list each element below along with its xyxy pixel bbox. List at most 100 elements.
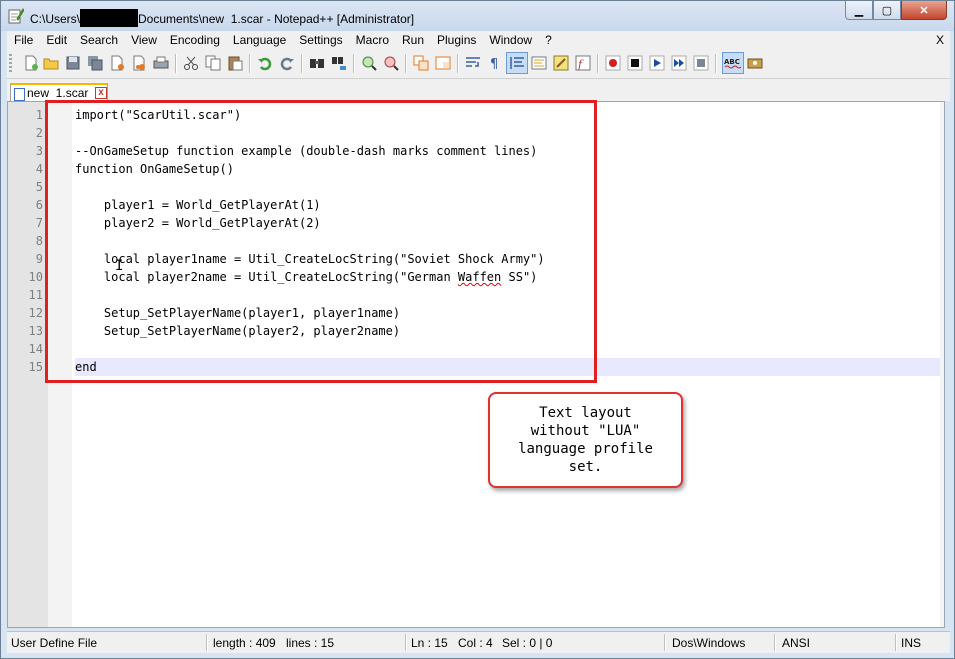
status-divider (664, 634, 666, 651)
run-macro-multiple-icon[interactable] (671, 55, 687, 71)
zoom-out-icon[interactable] (383, 55, 399, 71)
close-button[interactable]: ✕ (901, 1, 947, 20)
menu-macro[interactable]: Macro (349, 31, 395, 50)
toolbar-grip[interactable] (9, 54, 12, 74)
tab-label: new 1.scar (27, 86, 89, 100)
menu-encoding[interactable]: Encoding (163, 31, 226, 50)
tab-close-icon[interactable]: x (95, 87, 107, 99)
copy-icon[interactable] (205, 55, 221, 71)
notepadpp-app-icon[interactable] (8, 7, 24, 24)
replace-icon[interactable] (331, 55, 347, 71)
toolbar-separator (353, 54, 355, 73)
menu-plugins[interactable]: Plugins (430, 31, 482, 50)
menu-help[interactable]: ? (538, 31, 558, 50)
close-file-icon[interactable] (109, 55, 125, 71)
paste-icon[interactable] (227, 55, 243, 71)
spell-check-icon[interactable]: ABC (722, 52, 744, 74)
stop-record-icon[interactable] (627, 55, 643, 71)
menu-file[interactable]: File (7, 31, 39, 50)
find-icon[interactable] (309, 55, 325, 71)
line-number: 8 (35, 234, 43, 248)
undo-icon[interactable] (257, 55, 273, 71)
toolbar-separator (175, 54, 177, 73)
status-divider (206, 634, 208, 651)
menu-view[interactable]: View (124, 31, 163, 50)
doc-map-icon[interactable] (553, 55, 569, 71)
menu-edit[interactable]: Edit (39, 31, 73, 50)
redacted-username (80, 9, 139, 27)
menu-run[interactable]: Run (395, 31, 430, 50)
line-number: 13 (28, 324, 43, 338)
line-number: 4 (35, 162, 43, 176)
sync-horizontal-icon[interactable] (435, 55, 451, 71)
window-controls: ▁ ▢ ✕ (845, 1, 947, 21)
new-file-icon[interactable] (23, 55, 39, 71)
minimize-button[interactable]: ▁ (845, 1, 873, 20)
vertical-scrollbar[interactable] (940, 102, 944, 627)
play-macro-icon[interactable] (649, 55, 665, 71)
word-wrap-icon[interactable] (465, 55, 481, 71)
toolbar-separator (249, 54, 251, 73)
show-all-chars-icon[interactable]: ¶ (487, 55, 503, 71)
cut-icon[interactable] (183, 55, 199, 71)
menu-window[interactable]: Window (482, 31, 538, 50)
line-number: 9 (35, 252, 43, 266)
tab-new-1-scar[interactable]: new 1.scar x (10, 83, 108, 101)
save-macro-icon[interactable] (693, 55, 709, 71)
line-number: 7 (35, 216, 43, 230)
menu-bar: File Edit Search View Encoding Language … (7, 31, 950, 50)
redo-icon[interactable] (279, 55, 295, 71)
status-ln: Ln : 15 (411, 636, 448, 650)
menu-search[interactable]: Search (73, 31, 124, 50)
status-mode: INS (901, 636, 922, 650)
open-file-icon[interactable] (43, 55, 59, 71)
status-divider (405, 634, 407, 651)
status-divider (895, 634, 897, 651)
restore-button[interactable]: ▢ (873, 1, 901, 20)
save-icon[interactable] (65, 55, 81, 71)
user-defined-lang-icon[interactable] (531, 55, 547, 71)
line-number: 15 (28, 360, 43, 374)
line-number: 1 (35, 108, 43, 122)
status-language: User Define File (11, 636, 98, 650)
notepadpp-window: C:\Users\ Documents\new 1.scar - Notepad+… (0, 0, 955, 659)
status-divider (774, 634, 776, 651)
callout-text: Text layout without "LUA" language profi… (518, 405, 653, 475)
status-length: length : 409 (213, 636, 276, 650)
indent-guide-icon[interactable] (506, 52, 528, 74)
title-bar[interactable]: C:\Users\ Documents\new 1.scar - Notepad+… (1, 1, 954, 31)
status-lines: lines : 15 (286, 636, 335, 650)
toolbar-separator (715, 54, 717, 73)
save-all-icon[interactable] (87, 55, 103, 71)
status-sel: Sel : 0 | 0 (502, 636, 553, 650)
toolbar-separator (405, 54, 407, 73)
close-icon: ✕ (919, 4, 929, 17)
line-number: 3 (35, 144, 43, 158)
highlight-frame (45, 100, 597, 383)
line-number: 5 (35, 180, 43, 194)
line-number: 10 (28, 270, 43, 284)
record-macro-icon[interactable] (605, 55, 621, 71)
annotation-callout: Text layout without "LUA" language profi… (488, 392, 683, 488)
zoom-in-icon[interactable] (361, 55, 377, 71)
toolbar: ¶ f ABC (7, 50, 950, 79)
svg-text:¶: ¶ (490, 57, 498, 71)
toolbar-separator (301, 54, 303, 73)
settings-icon[interactable] (747, 55, 763, 71)
line-numbers: 1 2 3 4 5 6 7 8 9 10 11 12 13 14 15 (8, 106, 43, 376)
close-document-button[interactable]: X (936, 31, 944, 50)
function-list-icon[interactable]: f (575, 55, 591, 71)
svg-text:ABC: ABC (724, 58, 740, 66)
line-number: 12 (28, 306, 43, 320)
document-icon (14, 88, 25, 101)
close-all-icon[interactable] (131, 55, 147, 71)
menu-language[interactable]: Language (226, 31, 292, 50)
toolbar-separator (597, 54, 599, 73)
tab-bar: new 1.scar x (7, 79, 950, 101)
line-number: 6 (35, 198, 43, 212)
sync-vertical-icon[interactable] (413, 55, 429, 71)
restore-icon: ▢ (881, 4, 893, 17)
print-icon[interactable] (153, 55, 169, 71)
menu-settings[interactable]: Settings (292, 31, 348, 50)
window-title: C:\Users\ Documents\new 1.scar - Notepad+… (30, 9, 414, 27)
